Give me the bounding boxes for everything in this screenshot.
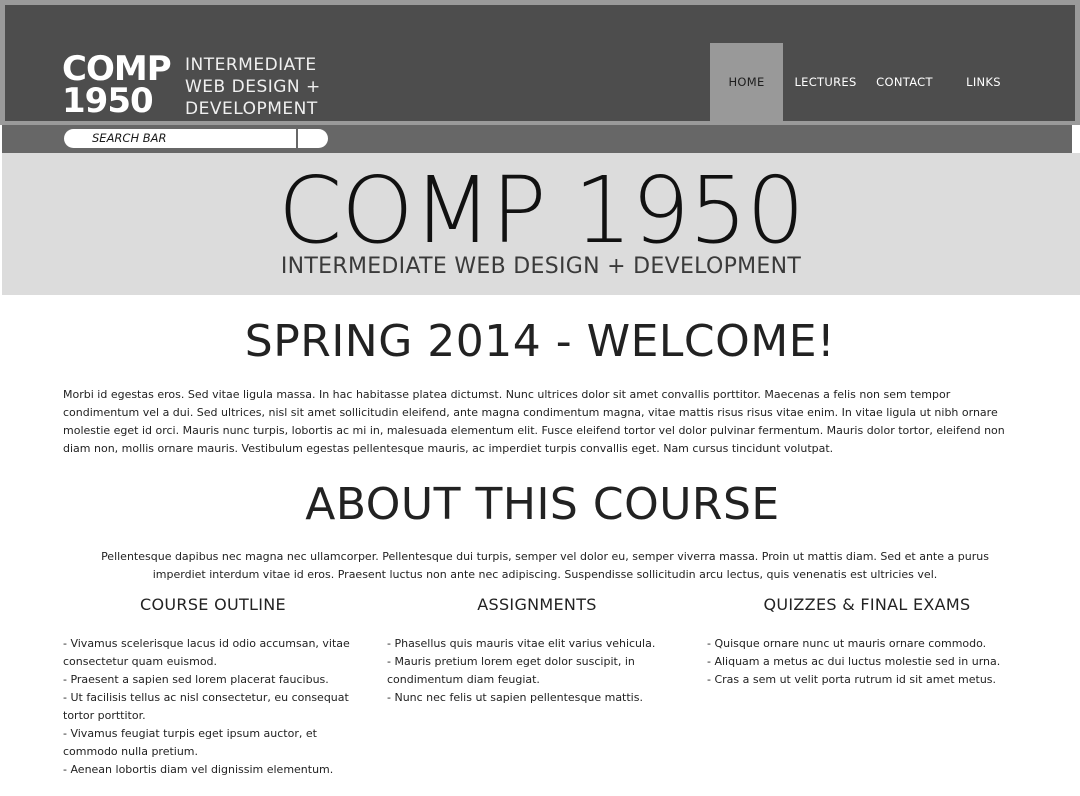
site-header: COMP 1950 INTERMEDIATE WEB DESIGN + DEVE… [0,0,1080,125]
quizzes-exams-column: QUIZZES & FINAL EXAMS - Quisque ornare n… [707,595,1027,689]
list-item: - Nunc nec felis ut sapien pellentesque … [387,691,643,704]
logo[interactable]: COMP 1950 [62,49,172,118]
hero-subtitle: INTERMEDIATE WEB DESIGN + DEVELOPMENT [280,254,802,279]
list-item: - Vivamus scelerisque lacus id odio accu… [63,637,350,668]
search-input[interactable]: SEARCH BAR [64,129,296,148]
main-nav: HOME LECTURES CONTACT LINKS [710,43,1026,121]
list-item: - Aenean lobortis diam vel dignissim ele… [63,763,334,776]
list-item: - Cras a sem ut velit porta rutrum id si… [707,673,997,686]
hero-title: COMP 1950 [278,157,805,264]
logo-tagline: INTERMEDIATE WEB DESIGN + DEVELOPMENT [185,54,321,120]
list-item: - Ut facilisis tellus ac nisl consectetu… [63,691,349,722]
page: COMP 1950 INTERMEDIATE WEB DESIGN + DEVE… [0,0,1080,796]
about-paragraph: Pellentesque dapibus nec magna nec ullam… [101,550,989,581]
list-item: - Quisque ornare nunc ut mauris ornare c… [707,637,987,650]
welcome-paragraph: Morbi id egestas eros. Sed vitae ligula … [63,388,1005,455]
nav-item-home[interactable]: HOME [710,43,783,121]
assignments-column: ASSIGNMENTS - Phasellus quis mauris vita… [387,595,687,707]
search-strip: SEARCH BAR [2,125,1072,153]
nav-item-links[interactable]: LINKS [947,43,1020,121]
assignments-title: ASSIGNMENTS [477,595,597,614]
nav-item-contact[interactable]: CONTACT [868,43,941,121]
course-outline-list: - Vivamus scelerisque lacus id odio accu… [63,635,363,779]
quizzes-exams-list: - Quisque ornare nunc ut mauris ornare c… [707,635,1027,689]
logo-line-1: COMP [62,49,172,89]
quizzes-exams-title: QUIZZES & FINAL EXAMS [763,595,971,614]
hero-banner: COMP 1950 INTERMEDIATE WEB DESIGN + DEVE… [2,153,1080,295]
course-outline-column: COURSE OUTLINE - Vivamus scelerisque lac… [63,595,363,779]
search-button[interactable] [298,129,328,148]
course-outline-title: COURSE OUTLINE [140,595,286,614]
welcome-heading: SPRING 2014 - WELCOME! [244,316,836,367]
logo-tagline-line-1: INTERMEDIATE [185,55,317,75]
logo-tagline-line-3: DEVELOPMENT [185,99,318,119]
list-item: - Praesent a sapien sed lorem placerat f… [63,673,329,686]
about-heading: ABOUT THIS COURSE [305,479,780,530]
list-item: - Aliquam a metus ac dui luctus molestie… [707,655,1001,668]
logo-tagline-line-2: WEB DESIGN + [185,77,321,97]
list-item: - Vivamus feugiat turpis eget ipsum auct… [63,727,317,758]
assignments-list: - Phasellus quis mauris vitae elit variu… [387,635,687,707]
header-inner: COMP 1950 INTERMEDIATE WEB DESIGN + DEVE… [5,5,1075,121]
list-item: - Phasellus quis mauris vitae elit variu… [387,637,656,650]
list-item: - Mauris pretium lorem eget dolor suscip… [387,655,635,686]
nav-item-lectures[interactable]: LECTURES [789,43,862,121]
